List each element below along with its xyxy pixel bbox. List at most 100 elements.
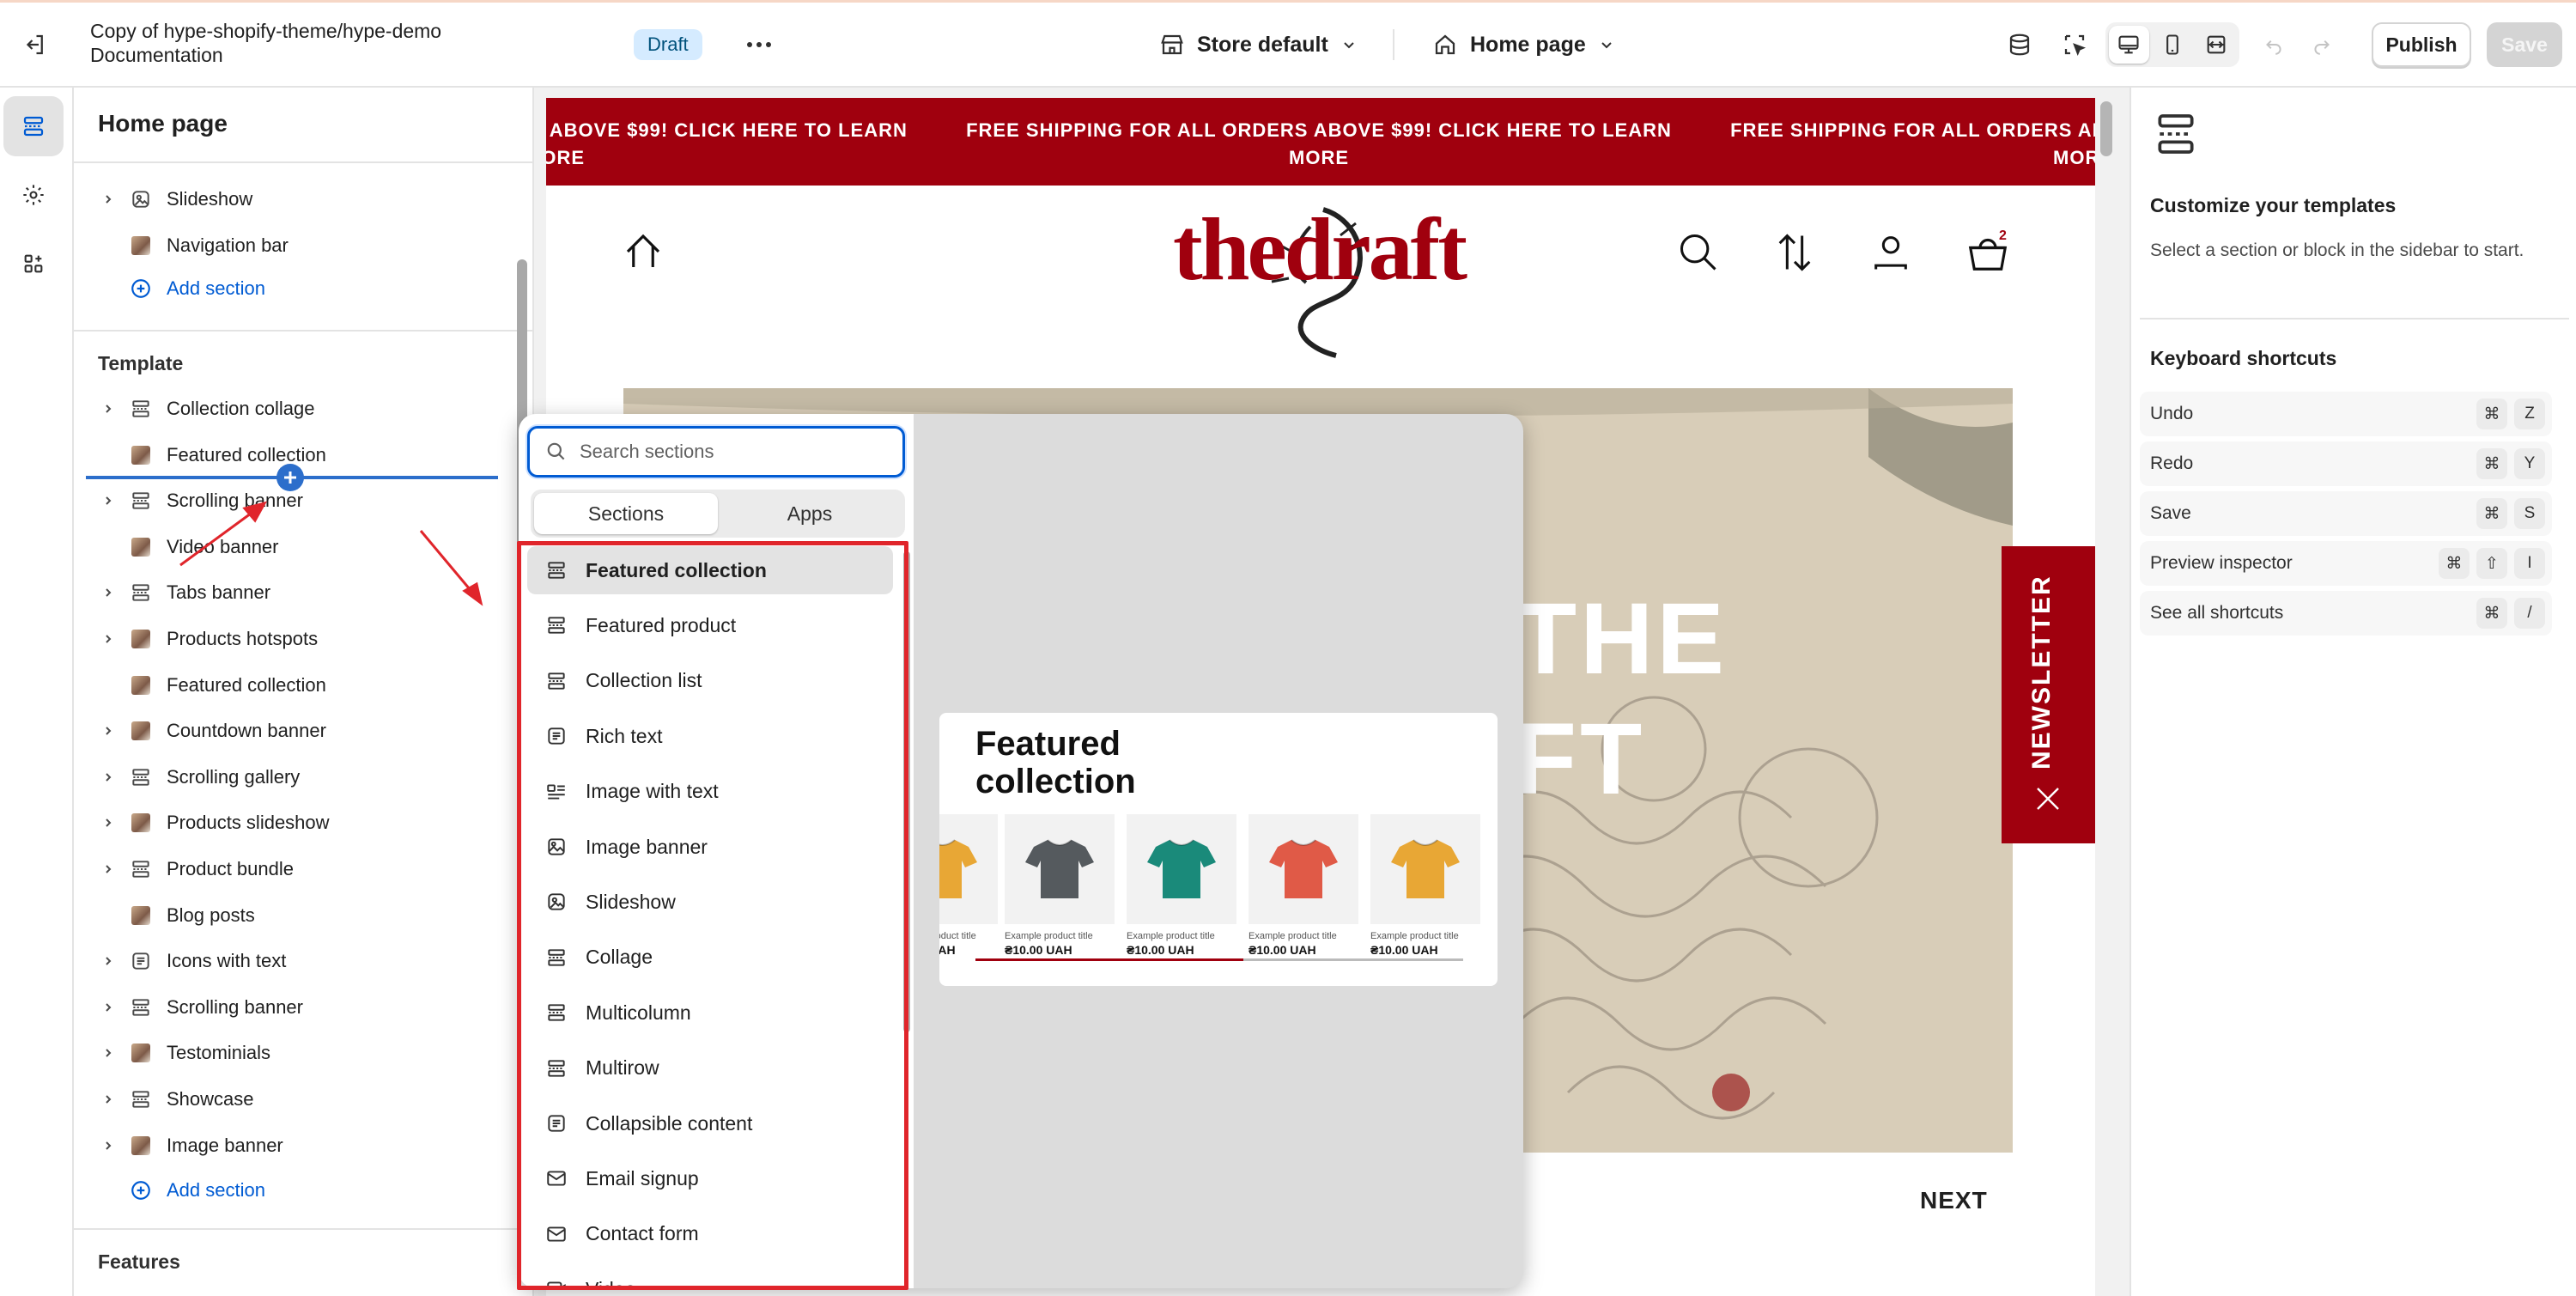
fullwidth-view-button[interactable]: [2196, 26, 2236, 64]
store-logo[interactable]: thedraft: [1164, 205, 1473, 295]
tab-sections[interactable]: Sections: [534, 493, 718, 534]
sidebar-item-label: Scrolling gallery: [167, 765, 301, 788]
chevron-right-icon[interactable]: [98, 1093, 118, 1105]
chevron-right-icon[interactable]: [98, 955, 118, 967]
chevron-right-icon[interactable]: [98, 587, 118, 599]
sidebar-section-item[interactable]: Products slideshow: [98, 804, 330, 842]
exit-icon: [26, 34, 43, 55]
drop-indicator-plus[interactable]: [276, 464, 304, 491]
image-thumbnail: [131, 1043, 150, 1063]
mobile-view-button[interactable]: [2153, 26, 2193, 64]
search-icon[interactable]: [1676, 230, 1721, 275]
publish-button[interactable]: Publish: [2372, 22, 2471, 67]
chevron-right-icon[interactable]: [98, 403, 118, 415]
sidebar-item-label: Featured collection: [167, 443, 326, 465]
image-thumbnail: [131, 675, 150, 695]
divider: [74, 1228, 532, 1230]
sidebar-section-item[interactable]: Navigation bar: [98, 227, 289, 265]
sidebar-section-item[interactable]: Tabs banner: [98, 574, 270, 611]
sidebar-section-item[interactable]: Countdown banner: [98, 712, 326, 750]
account-icon[interactable]: [1868, 230, 1913, 275]
add-section-header-button[interactable]: Add section: [98, 270, 265, 307]
redo-button[interactable]: [2303, 26, 2341, 64]
section-thumbnail: [129, 1134, 153, 1158]
page-select[interactable]: Home page: [1432, 24, 1615, 65]
sidebar-item-label: Featured collection: [167, 673, 326, 696]
desktop-view-button[interactable]: [2109, 26, 2149, 64]
newsletter-tab[interactable]: NEWSLETTER: [2002, 546, 2095, 843]
chevron-right-icon[interactable]: [98, 725, 118, 737]
image-thumbnail: [131, 537, 150, 557]
home-icon[interactable]: [620, 228, 666, 275]
tab-apps[interactable]: Apps: [718, 493, 902, 534]
close-icon[interactable]: [2032, 783, 2063, 814]
sidebar-section-item[interactable]: Products hotspots: [98, 620, 318, 658]
shortcut-key: I: [2514, 548, 2545, 579]
sidebar-section-item[interactable]: Scrolling banner: [98, 482, 303, 520]
sidebar-section-item[interactable]: Collection collage: [98, 390, 314, 428]
theme-settings-button[interactable]: [2001, 26, 2038, 64]
preview-scrollbar[interactable]: [2100, 101, 2112, 156]
announcement-bar[interactable]: FREE SHIPPING FOR ALL ORDERS ABOVE $99! …: [546, 98, 2095, 186]
sidebar-section-item[interactable]: Scrolling gallery: [98, 758, 300, 796]
shortcut-label: Redo: [2150, 453, 2194, 473]
sidebar-item-label: Slideshow: [167, 188, 253, 210]
store-select[interactable]: Store default: [1159, 24, 1358, 65]
chevron-right-icon[interactable]: [98, 633, 118, 645]
sidebar-item-label: Product bundle: [167, 858, 294, 879]
more-actions-button[interactable]: [740, 26, 778, 64]
chevron-right-icon[interactable]: [98, 193, 118, 205]
search-field[interactable]: [527, 426, 905, 478]
chevron-right-icon[interactable]: [98, 1047, 118, 1059]
search-input[interactable]: [580, 441, 889, 463]
chevron-right-icon[interactable]: [98, 495, 118, 507]
slideshow-next-button[interactable]: NEXT: [1920, 1187, 1988, 1214]
sidebar-section-item[interactable]: Featured collection: [98, 666, 326, 704]
rail-settings-button[interactable]: [3, 165, 64, 225]
sidebar-section-item[interactable]: Testominials: [98, 1034, 270, 1072]
announcement-text: FREE SHIPPING FOR ALL ORDERS ABOVE $99! …: [966, 119, 1672, 168]
shortcut-key: /: [2514, 598, 2545, 629]
image-thumbnail: [131, 905, 150, 925]
text-icon: [132, 952, 149, 970]
rail-sections-button[interactable]: [3, 96, 64, 156]
sidebar-section-item[interactable]: Blog posts: [98, 897, 255, 934]
chevron-right-icon[interactable]: [98, 817, 118, 829]
sidebar-item-label: Blog posts: [167, 904, 255, 926]
plus-circle-icon: [131, 279, 150, 298]
sidebar-item-label: Icons with text: [167, 950, 287, 972]
store-icon: [1161, 34, 1183, 55]
product-title: Example product title: [1370, 931, 1459, 941]
sidebar-section-item[interactable]: Showcase: [98, 1080, 254, 1118]
chevron-right-icon[interactable]: [98, 1140, 118, 1152]
status-badge: Draft: [634, 29, 702, 60]
add-section-template-button[interactable]: Add section: [98, 1171, 265, 1209]
section-thumbnail: [129, 811, 153, 835]
sidebar-section-item[interactable]: Video banner: [98, 528, 279, 566]
exit-button[interactable]: [15, 26, 53, 64]
undo-button[interactable]: [2255, 26, 2293, 64]
sidebar-section-item[interactable]: Image banner: [98, 1127, 283, 1165]
sidebar-section-item[interactable]: Slideshow: [98, 180, 252, 218]
top-accent-line: [0, 0, 2576, 3]
divider: [1393, 29, 1394, 60]
product-image: [1370, 814, 1480, 924]
shortcut-row: Undo ⌘ Z: [2140, 392, 2552, 436]
sidebar-section-item[interactable]: Icons with text: [98, 942, 286, 980]
chevron-right-icon[interactable]: [98, 1001, 118, 1013]
chevron-right-icon[interactable]: [98, 771, 118, 783]
save-button[interactable]: Save: [2487, 22, 2562, 67]
sort-icon[interactable]: [1772, 230, 1817, 275]
tshirt-icon: [1025, 839, 1094, 898]
shortcut-row[interactable]: See all shortcuts ⌘ /: [2140, 591, 2552, 636]
sidebar-section-item[interactable]: Scrolling banner: [98, 989, 303, 1026]
chevron-right-icon[interactable]: [98, 863, 118, 875]
sidebar-item-label: Showcase: [167, 1088, 254, 1110]
section-thumbnail: [129, 673, 153, 697]
slideshow-icon: [132, 191, 149, 208]
product-title: Example product title: [1005, 931, 1093, 941]
sidebar-section-item[interactable]: Product bundle: [98, 850, 294, 888]
layout-icon: [132, 400, 149, 417]
inspector-button[interactable]: [2056, 26, 2093, 64]
rail-apps-button[interactable]: [3, 234, 64, 294]
